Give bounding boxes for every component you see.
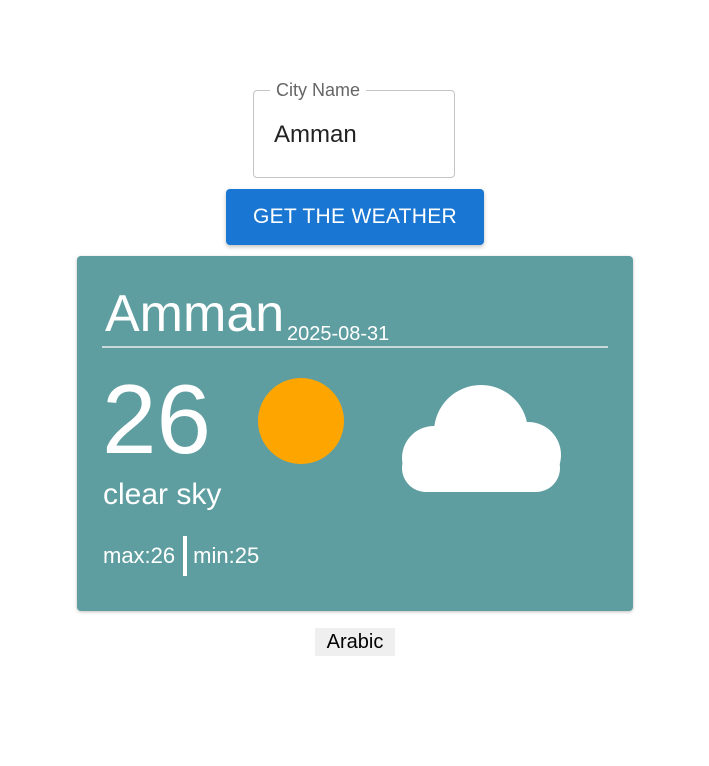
card-city-name: Amman xyxy=(105,285,285,343)
min-max-temperature: max:26 min:25 xyxy=(103,536,259,576)
max-temperature: max:26 xyxy=(103,543,176,568)
weather-card: Amman 2025-08-31 26 clear sky max:26 min… xyxy=(77,256,633,611)
get-weather-button[interactable]: GET THE WEATHER xyxy=(226,189,484,245)
city-name-input[interactable] xyxy=(274,117,444,153)
card-date: 2025-08-31 xyxy=(287,323,390,345)
weather-description: clear sky xyxy=(103,478,222,511)
card-divider xyxy=(102,346,608,348)
city-name-label: City Name xyxy=(270,79,367,101)
min-temperature: min:25 xyxy=(193,543,260,568)
temperature-value: 26 xyxy=(102,364,212,474)
min-max-separator xyxy=(183,536,188,576)
city-name-field[interactable]: City Name xyxy=(253,79,455,178)
sun-icon xyxy=(258,378,344,464)
page: City Name GET THE WEATHER Amman 2025-08-… xyxy=(0,0,709,766)
language-toggle-button[interactable]: Arabic xyxy=(315,628,395,656)
cloud-icon xyxy=(402,385,561,492)
